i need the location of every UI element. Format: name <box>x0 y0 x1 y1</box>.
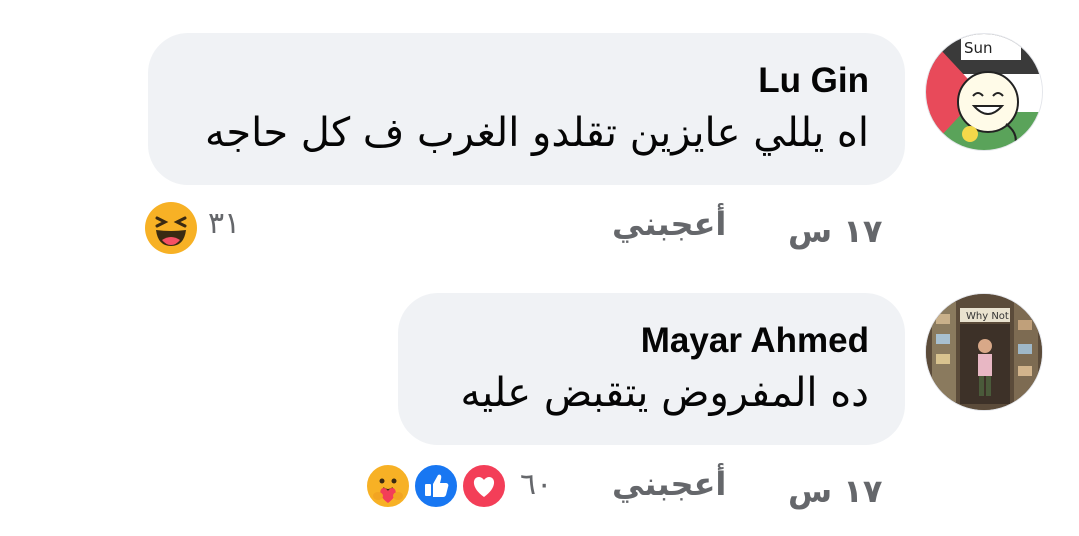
comment-bubble[interactable]: Mayar Ahmed ده المفروض يتقبض عليه <box>398 293 905 445</box>
reaction-count[interactable]: ٦٠ <box>520 467 552 502</box>
comment-item: Why Not Mayar Ahmed ده المفروض يتقبض علي… <box>0 0 1079 536</box>
comment-author[interactable]: Mayar Ahmed <box>434 321 869 361</box>
like-thumb-icon[interactable] <box>412 462 460 510</box>
care-hug-icon[interactable] <box>364 462 412 510</box>
comment-text: ده المفروض يتقبض عليه <box>460 370 869 416</box>
avatar[interactable]: Why Not <box>925 293 1043 411</box>
avatar-image: Why Not <box>926 294 1042 410</box>
like-button[interactable]: أعجبني <box>612 465 726 503</box>
avatar-caption: Why Not <box>966 311 1009 322</box>
comment-time[interactable]: ١٧ س <box>788 472 882 510</box>
love-heart-icon[interactable] <box>460 462 508 510</box>
